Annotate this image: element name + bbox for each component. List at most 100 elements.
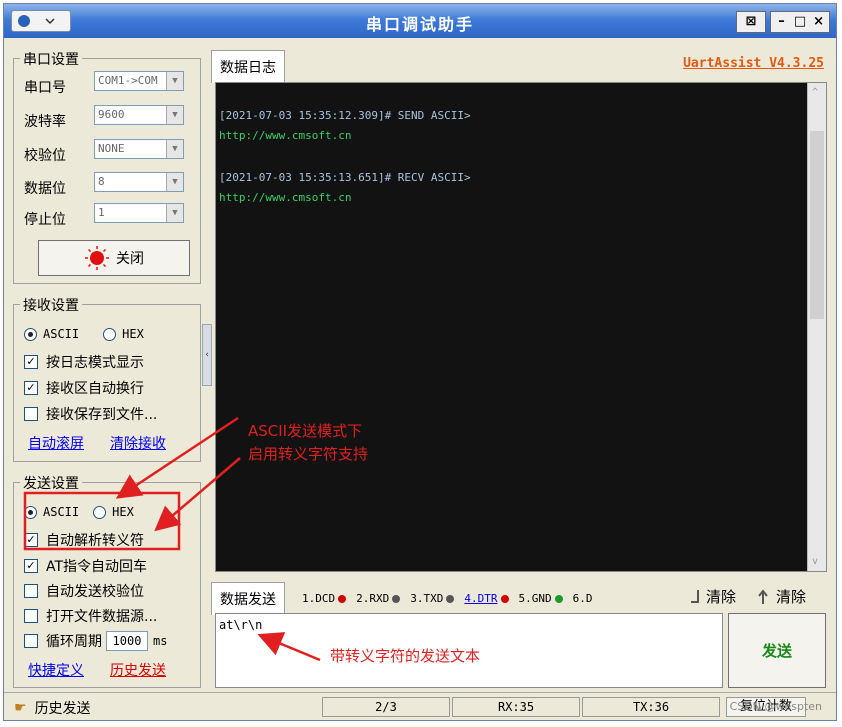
- escape-label: 自动解析转义符: [46, 533, 144, 549]
- chevron-down-icon[interactable]: ▼: [166, 106, 183, 124]
- close-port-button[interactable]: 关闭: [38, 240, 190, 276]
- opt-cycle-row: 循环周期 1000 ms: [24, 631, 167, 651]
- cycle-checkbox[interactable]: [24, 634, 38, 648]
- log-mode-checkbox[interactable]: ✓: [24, 355, 38, 369]
- signal-dot-icon: [338, 594, 347, 603]
- receive-settings-group: 接收设置 ASCII HEX ✓ 按日志模式显示 ✓ 接收区自动换行 接收保存到文件…: [13, 295, 201, 462]
- escape-checkbox[interactable]: ✓: [24, 533, 38, 547]
- parity-select[interactable]: NONE ▼: [94, 139, 184, 159]
- receive-hex-radio[interactable]: [103, 327, 117, 341]
- signal-indicators: 1.DCD 2.RXD 3.TXD 4.DTR 5.GND 6.D: [302, 592, 593, 605]
- at-return-label: AT指令自动回车: [46, 559, 148, 575]
- cycle-unit: ms: [153, 634, 168, 648]
- port-label: 串口号: [24, 80, 66, 96]
- send-settings-title: 发送设置: [20, 473, 82, 493]
- history-send-status-label: 历史发送: [34, 701, 91, 717]
- clear-send-label: 清除: [776, 588, 807, 606]
- send-ascii-label: ASCII: [43, 505, 80, 519]
- minimize-button[interactable]: –: [774, 12, 788, 32]
- baud-select[interactable]: 9600 ▼: [94, 105, 184, 125]
- panel-collapse-handle[interactable]: ‹: [202, 324, 212, 386]
- save-file-checkbox[interactable]: [24, 407, 38, 421]
- history-send-link[interactable]: 历史发送: [110, 660, 166, 680]
- send-ascii-radio[interactable]: [24, 505, 37, 519]
- databits-select[interactable]: 8 ▼: [94, 172, 184, 192]
- auto-wrap-checkbox[interactable]: ✓: [24, 381, 38, 395]
- log-scrollbar[interactable]: ^ v: [807, 83, 826, 571]
- port-value: COM1->COM: [98, 74, 158, 87]
- opt-escape-row: ✓ 自动解析转义符: [24, 530, 144, 550]
- watermark: CSDN @wespten: [729, 700, 822, 713]
- clear-log-button[interactable]: 清除: [688, 586, 736, 607]
- signal-dot-icon: [554, 594, 563, 603]
- receive-ascii-radio[interactable]: [24, 327, 37, 341]
- opt-file-row: 打开文件数据源...: [24, 606, 157, 626]
- status-bar: ☛ 历史发送 2/3 RX:35 TX:36 复位计数: [4, 692, 836, 721]
- serial-settings-title: 串口设置: [20, 49, 82, 69]
- signal-dot-icon: [446, 594, 455, 603]
- receive-hex-label: HEX: [122, 327, 144, 341]
- chevron-down-icon[interactable]: ▼: [166, 204, 183, 222]
- clear-up-arrow-icon: [758, 588, 768, 604]
- chevron-down-icon[interactable]: ▼: [166, 140, 183, 158]
- log-terminal[interactable]: [2021-07-03 15:35:12.309]# SEND ASCII> h…: [215, 82, 827, 572]
- signal-dot-icon: [500, 594, 509, 603]
- signal-label: 4.DTR: [464, 592, 498, 605]
- baud-label: 波特率: [24, 114, 66, 130]
- rx-counter: RX:35: [452, 697, 580, 717]
- log-mode-label: 按日志模式显示: [46, 355, 144, 371]
- stopbits-value: 1: [98, 206, 105, 219]
- send-mode-radios: ASCII HEX: [24, 505, 134, 519]
- annotation-text: 带转义字符的发送文本: [330, 647, 481, 665]
- opt-log-row: ✓ 按日志模式显示: [24, 352, 144, 372]
- history-send-status[interactable]: ☛ 历史发送: [14, 698, 91, 718]
- send-hex-radio[interactable]: [93, 505, 107, 519]
- auto-scroll-link[interactable]: 自动滚屏: [28, 433, 84, 453]
- signal-dot-icon: [392, 594, 401, 603]
- annotation-text: ASCII发送模式下: [248, 422, 363, 440]
- log-line-body: http://www.cmsoft.cn: [219, 129, 352, 142]
- version-label[interactable]: UartAssist V4.3.25: [683, 56, 824, 71]
- databits-label: 数据位: [24, 181, 66, 197]
- title-bar: 串口调试助手 ⊠ – □ ×: [4, 4, 836, 38]
- app-window: 串口调试助手 ⊠ – □ × 串口设置 串口号 COM1->COM ▼ 波特率 9…: [3, 3, 837, 721]
- chevron-down-icon[interactable]: ▼: [166, 72, 183, 90]
- signal-label: 6.D: [572, 592, 593, 605]
- send-button[interactable]: 发送: [728, 613, 826, 688]
- pin-button[interactable]: ⊠: [736, 11, 766, 33]
- tab-data-log[interactable]: 数据日志: [211, 50, 285, 83]
- log-scroll-thumb[interactable]: [810, 131, 824, 319]
- serial-settings-group: 串口设置 串口号 COM1->COM ▼ 波特率 9600 ▼ 校验位 NONE ▼ …: [13, 49, 201, 284]
- stopbits-label: 停止位: [24, 212, 66, 228]
- maximize-button[interactable]: □: [793, 12, 807, 32]
- clear-send-button[interactable]: 清除: [758, 586, 806, 607]
- opt-checksum-row: 自动发送校验位: [24, 581, 144, 601]
- clear-arrow-icon: [691, 589, 699, 603]
- annotation-text: 启用转义字符支持: [248, 445, 369, 463]
- send-hex-label: HEX: [112, 505, 134, 519]
- clear-receive-link[interactable]: 清除接收: [110, 433, 166, 453]
- log-line-header: [2021-07-03 15:35:12.309]# SEND ASCII>: [219, 109, 471, 122]
- clear-log-label: 清除: [706, 588, 737, 606]
- parity-value: NONE: [98, 142, 125, 155]
- tab-data-send[interactable]: 数据发送: [211, 582, 285, 615]
- signal-label: 5.GND: [518, 592, 552, 605]
- databits-value: 8: [98, 175, 105, 188]
- stopbits-select[interactable]: 1 ▼: [94, 203, 184, 223]
- opt-save-row: 接收保存到文件...: [24, 404, 157, 424]
- chevron-down-icon[interactable]: ▼: [166, 173, 183, 191]
- hand-pointer-icon: ☛: [14, 700, 27, 716]
- close-button[interactable]: ×: [812, 12, 826, 32]
- checksum-checkbox[interactable]: [24, 584, 38, 598]
- cycle-input[interactable]: 1000: [106, 631, 148, 651]
- chevron-down-icon[interactable]: v: [812, 556, 818, 567]
- shortcut-link[interactable]: 快捷定义: [28, 660, 84, 680]
- log-line-header: [2021-07-03 15:35:13.651]# RECV ASCII>: [219, 171, 471, 184]
- file-source-label: 打开文件数据源...: [46, 609, 158, 625]
- chevron-up-icon[interactable]: ^: [812, 87, 818, 98]
- at-return-checkbox[interactable]: ✓: [24, 559, 38, 573]
- cycle-label: 循环周期: [46, 634, 102, 650]
- close-port-label: 关闭: [116, 251, 144, 267]
- port-select[interactable]: COM1->COM ▼: [94, 71, 184, 91]
- file-source-checkbox[interactable]: [24, 609, 38, 623]
